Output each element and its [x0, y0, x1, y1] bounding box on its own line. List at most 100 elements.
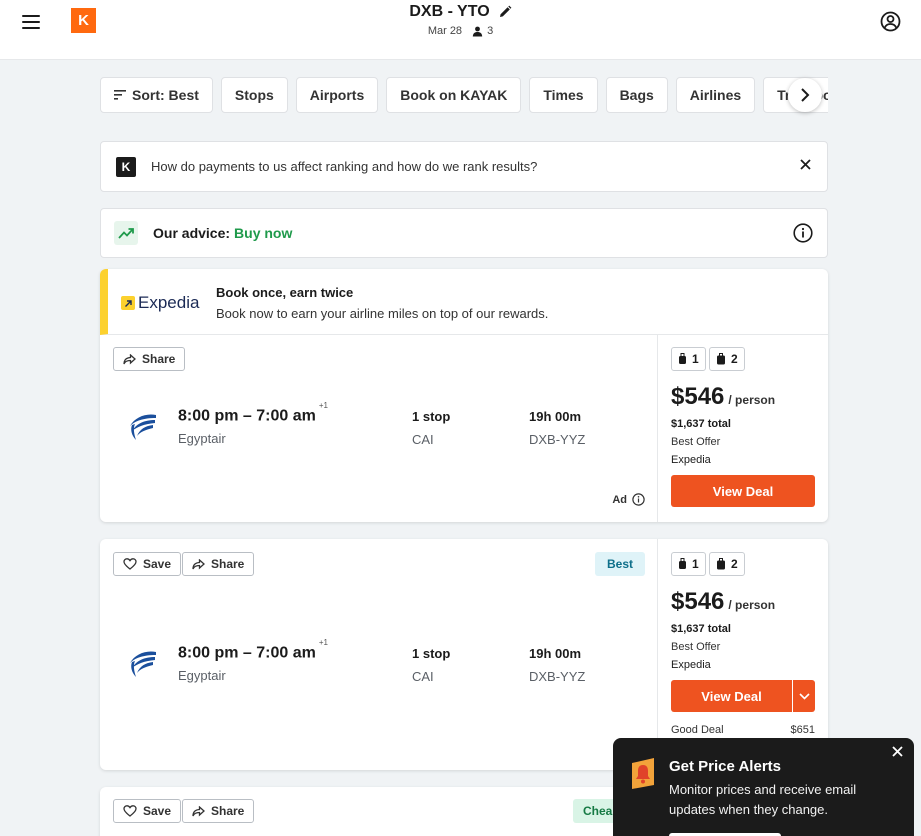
day-offset: +1: [318, 638, 328, 647]
flight-duration: 19h 00m: [529, 646, 582, 661]
airport-codes: DXB-YYZ: [529, 669, 586, 684]
egyptair-logo: [130, 651, 156, 677]
alternative-deal[interactable]: Good Deal $651: [671, 724, 815, 736]
sponsor-banner[interactable]: Expedia Book once, earn twice Book now t…: [100, 269, 828, 335]
view-deal-button[interactable]: View Deal: [671, 475, 815, 507]
share-icon: [192, 558, 205, 569]
save-button[interactable]: Save: [113, 799, 182, 823]
share-button[interactable]: Share: [113, 347, 186, 371]
more-deals-button[interactable]: [792, 680, 815, 712]
search-summary[interactable]: DXB - YTO Mar 28 3: [0, 3, 921, 37]
view-deal-split-button: View Deal: [671, 680, 815, 712]
info-icon: [632, 493, 645, 506]
sponsored-result-card: Expedia Book once, earn twice Book now t…: [100, 269, 828, 522]
close-icon[interactable]: [892, 746, 903, 757]
provider-name: Expedia: [671, 454, 711, 466]
egyptair-logo: [130, 414, 156, 440]
bell-icon: [632, 758, 654, 789]
times-filter[interactable]: Times: [529, 77, 598, 113]
carry-on-bag-count[interactable]: 1: [671, 552, 706, 576]
result-card[interactable]: Save Share Best 8:00 pm – 7:00 am+1 Egyp…: [100, 539, 828, 770]
flight-times: 8:00 pm – 7:00 am+1: [178, 401, 328, 425]
flight-times-text: 8:00 pm – 7:00 am: [178, 407, 316, 425]
stop-count: 1 stop: [412, 409, 451, 424]
price-alert-title: Get Price Alerts: [669, 758, 781, 775]
carry-on-count: 1: [692, 557, 699, 571]
book-on-kayak-filter[interactable]: Book on KAYAK: [386, 77, 522, 113]
airline-name: Egyptair: [178, 431, 226, 446]
heart-icon: [123, 558, 137, 570]
top-bar: K DXB - YTO Mar 28 3: [0, 0, 921, 60]
share-label: Share: [142, 352, 176, 366]
expedia-logo-text: Expedia: [138, 293, 200, 312]
heart-icon: [123, 805, 137, 817]
ad-label[interactable]: Ad: [612, 493, 645, 506]
share-icon: [192, 805, 205, 816]
offer-type: Best Offer: [671, 641, 721, 653]
ad-text: Ad: [612, 493, 627, 506]
price-alert-text: Monitor prices and receive email updates…: [669, 782, 857, 817]
advice-value: Buy now: [234, 225, 293, 241]
chevron-right-icon: [801, 88, 810, 102]
total-price: $1,637 total: [671, 623, 731, 635]
carry-on-bag-count[interactable]: 1: [671, 347, 706, 371]
sort-filter-label: Sort: Best: [132, 87, 199, 103]
airlines-filter[interactable]: Airlines: [675, 77, 756, 113]
stop-count: 1 stop: [412, 646, 451, 661]
airports-filter[interactable]: Airports: [295, 77, 379, 113]
flight-times-text: 8:00 pm – 7:00 am: [178, 644, 316, 662]
checked-count: 2: [731, 352, 738, 366]
sponsor-title: Book once, earn twice: [216, 285, 354, 300]
layover-airport: CAI: [412, 669, 434, 684]
checked-bag-count[interactable]: 2: [709, 552, 745, 576]
alt-deal-label: Good Deal: [671, 724, 724, 736]
sort-icon: [114, 90, 126, 100]
ranking-info-link[interactable]: How do payments to us affect ranking and…: [151, 159, 537, 174]
share-button[interactable]: Share: [182, 552, 255, 576]
view-deal-button[interactable]: View Deal: [671, 680, 792, 712]
provider-name: Expedia: [671, 659, 711, 671]
kayak-badge-icon: K: [116, 156, 136, 177]
layover-airport: CAI: [412, 432, 434, 447]
carry-on-bag-icon: [679, 558, 686, 569]
filter-bar: Sort: Best Stops Airports Book on KAYAK …: [100, 77, 828, 113]
alt-deal-price: $651: [790, 724, 815, 736]
offer-type: Best Offer: [671, 436, 721, 448]
price-advice: Our advice: Buy now: [100, 208, 828, 258]
price: $546/ person: [671, 383, 775, 411]
carry-on-count: 1: [692, 352, 699, 366]
sort-filter[interactable]: Sort: Best: [100, 77, 213, 113]
expedia-logo: Expedia: [121, 293, 199, 313]
checked-count: 2: [731, 557, 738, 571]
flight-duration: 19h 00m: [529, 409, 582, 424]
share-label: Share: [211, 557, 245, 571]
price-per: / person: [728, 393, 776, 407]
share-label: Share: [211, 804, 245, 818]
save-label: Save: [143, 804, 172, 818]
save-label: Save: [143, 557, 172, 571]
arrow-up-right-icon: [121, 296, 135, 310]
carry-on-bag-icon: [679, 353, 686, 364]
route-title: DXB - YTO: [409, 3, 490, 20]
chevron-down-icon: [798, 692, 810, 700]
filters-scroll-right-button[interactable]: [788, 78, 822, 112]
bags-filter[interactable]: Bags: [605, 77, 668, 113]
share-button[interactable]: Share: [182, 799, 255, 823]
save-button[interactable]: Save: [113, 552, 182, 576]
pencil-icon[interactable]: [498, 5, 512, 19]
stops-filter[interactable]: Stops: [220, 77, 288, 113]
price-value: $546: [671, 588, 725, 615]
trend-up-icon: [114, 221, 138, 245]
checked-bag-icon: [717, 353, 725, 365]
airport-codes: DXB-YYZ: [529, 432, 586, 447]
price: $546/ person: [671, 588, 775, 616]
account-icon[interactable]: [880, 11, 901, 32]
flight-times: 8:00 pm – 7:00 am+1: [178, 638, 328, 662]
close-icon[interactable]: [800, 159, 811, 170]
info-icon[interactable]: [793, 223, 813, 243]
advice-label: Our advice:: [153, 225, 231, 241]
travel-date: Mar 28: [427, 25, 463, 37]
checked-bag-count[interactable]: 2: [709, 347, 745, 371]
sponsor-subtitle: Book now to earn your airline miles on t…: [216, 306, 549, 321]
price-value: $546: [671, 383, 725, 410]
